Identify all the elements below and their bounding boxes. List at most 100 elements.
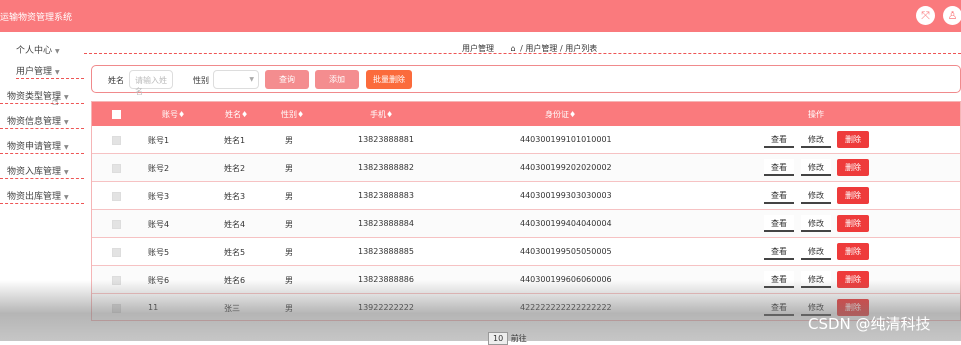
cell-phone: 13823888885 (358, 247, 414, 256)
cell-gender: 男 (285, 248, 293, 257)
cell-phone: 13823888884 (358, 219, 414, 228)
app-title: 运输物资管理系统 (0, 13, 73, 23)
row-checkbox[interactable] (112, 136, 121, 145)
search-bar: 姓名 请输入姓名 性别 ▼ 查询 添加 批量删除 (91, 65, 961, 96)
table-row: 账号5 姓名5 男 13823888885 440300199505050005 查看 修改… (92, 238, 960, 266)
name-input[interactable]: 请输入姓名 (129, 70, 173, 96)
name-placeholder: 请输入姓名 (135, 76, 167, 96)
view-button[interactable]: 查看 (764, 215, 794, 232)
sidebar-item-users[interactable]: 用户管理 ▼ (16, 59, 84, 79)
column-header-gender[interactable]: 性别♦ (281, 109, 304, 120)
cell-name: 姓名3 (224, 192, 246, 201)
cell-id-card: 440300199101010001 (520, 135, 612, 144)
row-checkbox[interactable] (112, 164, 121, 173)
column-header-account[interactable]: 账号♦ (162, 109, 185, 120)
home-icon[interactable]: ⌂ (511, 44, 516, 53)
top-bar: 运输物资管理系统 ⤧ ♙ (0, 0, 961, 32)
sidebar-item-material-info[interactable]: 物资信息管理 ▼ (0, 109, 84, 129)
chevron-down-icon: ▼ (249, 76, 254, 83)
cell-name: 姓名5 (224, 248, 246, 257)
table-header: 账号♦ 姓名♦ 性别♦ 手机♦ 身份证♦ 操作 (92, 102, 960, 126)
sidebar-item-label: 物资入库管理 (7, 167, 62, 177)
chevron-down-icon: ▼ (64, 119, 69, 126)
view-button[interactable]: 查看 (764, 187, 794, 204)
cell-phone: 13823888883 (358, 191, 414, 200)
cell-account: 账号4 (148, 220, 170, 229)
sidebar-item-label: 物资出库管理 (7, 192, 62, 202)
sidebar-item-label: 用户管理 (16, 67, 53, 77)
column-header-id-card[interactable]: 身份证♦ (545, 109, 576, 120)
cell-id-card: 440300199303030003 (520, 191, 612, 200)
pagination: 10 前往 (488, 332, 527, 345)
cell-id-card: 440300199404040004 (520, 219, 612, 228)
view-button[interactable]: 查看 (764, 131, 794, 148)
column-header-name[interactable]: 姓名♦ (225, 109, 248, 120)
column-header-phone[interactable]: 手机♦ (370, 109, 393, 120)
user-icon[interactable]: ♙ (943, 6, 961, 25)
chevron-down-icon: ▼ (55, 69, 60, 76)
gender-select[interactable]: ▼ (213, 70, 259, 89)
select-all-checkbox[interactable] (112, 110, 121, 119)
column-header-actions: 操作 (808, 110, 824, 119)
cell-account: 账号2 (148, 164, 170, 173)
cell-name: 姓名2 (224, 164, 246, 173)
table-row: 账号4 姓名4 男 13823888884 440300199404040004 查看 修改… (92, 210, 960, 238)
sidebar-item-material-apply[interactable]: 物资申请管理 ▼ (0, 134, 84, 154)
table-row: 账号3 姓名3 男 13823888883 440300199303030003 查看 修改… (92, 182, 960, 210)
page-size-select[interactable]: 10 (488, 332, 509, 345)
sidebar-item-label: 物资信息管理 (7, 117, 62, 127)
table-row: 账号2 姓名2 男 13823888882 440300199202020002 查看 修改… (92, 154, 960, 182)
fullscreen-icon[interactable]: ⤧ (916, 6, 935, 25)
sidebar-item-stock-out[interactable]: 物资出库管理 ▼ (0, 184, 84, 204)
sidebar-item-label: 物资申请管理 (7, 142, 62, 152)
breadcrumb-separator: / (520, 44, 523, 53)
sidebar-item-stock-in[interactable]: 物资入库管理 ▼ (0, 159, 84, 179)
hand-cursor-icon: ☝ (52, 95, 59, 108)
query-button[interactable]: 查询 (265, 70, 309, 89)
cell-name: 姓名4 (224, 220, 246, 229)
delete-button[interactable]: 删除 (837, 243, 869, 260)
cell-account: 账号5 (148, 248, 170, 257)
delete-button[interactable]: 删除 (837, 131, 869, 148)
divider (84, 53, 961, 54)
delete-button[interactable]: 删除 (837, 159, 869, 176)
chevron-down-icon: ▼ (64, 194, 69, 201)
cell-gender: 男 (285, 192, 293, 201)
batch-delete-button[interactable]: 批量删除 (366, 70, 412, 89)
edit-button[interactable]: 修改 (801, 159, 831, 176)
breadcrumb-separator: / (559, 44, 563, 53)
edit-button[interactable]: 修改 (801, 187, 831, 204)
delete-button[interactable]: 删除 (837, 215, 869, 232)
delete-button[interactable]: 删除 (837, 187, 869, 204)
sidebar-item-label: 个人中心 (16, 46, 53, 56)
view-button[interactable]: 查看 (764, 159, 794, 176)
chevron-down-icon: ▼ (64, 169, 69, 176)
table-row: 账号1 姓名1 男 13823888881 440300199101010001 查看 修改… (92, 126, 960, 154)
sidebar-item-profile[interactable]: 个人中心 ▼ (16, 38, 60, 58)
add-button[interactable]: 添加 (315, 70, 359, 89)
watermark: CSDN @纯清科技 (808, 315, 931, 333)
cell-id-card: 440300199505050005 (520, 247, 612, 256)
cell-phone: 13823888882 (358, 163, 414, 172)
edit-button[interactable]: 修改 (801, 215, 831, 232)
cell-account: 账号3 (148, 192, 170, 201)
cell-name: 姓名1 (224, 136, 246, 145)
chevron-down-icon: ▼ (64, 144, 69, 151)
chevron-down-icon: ▼ (64, 94, 69, 101)
gender-label: 性别 (193, 76, 209, 85)
breadcrumb-item[interactable]: 用户管理 (525, 44, 557, 53)
cell-account: 账号1 (148, 136, 170, 145)
view-button[interactable]: 查看 (764, 243, 794, 260)
breadcrumb-section: 用户管理 (462, 44, 494, 53)
row-checkbox[interactable] (112, 220, 121, 229)
cell-phone: 13823888881 (358, 135, 414, 144)
edit-button[interactable]: 修改 (801, 131, 831, 148)
cell-gender: 男 (285, 220, 293, 229)
chevron-down-icon: ▼ (55, 48, 60, 55)
cell-gender: 男 (285, 164, 293, 173)
edit-button[interactable]: 修改 (801, 243, 831, 260)
row-checkbox[interactable] (112, 192, 121, 201)
row-checkbox[interactable] (112, 248, 121, 257)
sidebar-item-material-types[interactable]: 物资类型管理 ▼ (0, 84, 84, 104)
cell-gender: 男 (285, 136, 293, 145)
